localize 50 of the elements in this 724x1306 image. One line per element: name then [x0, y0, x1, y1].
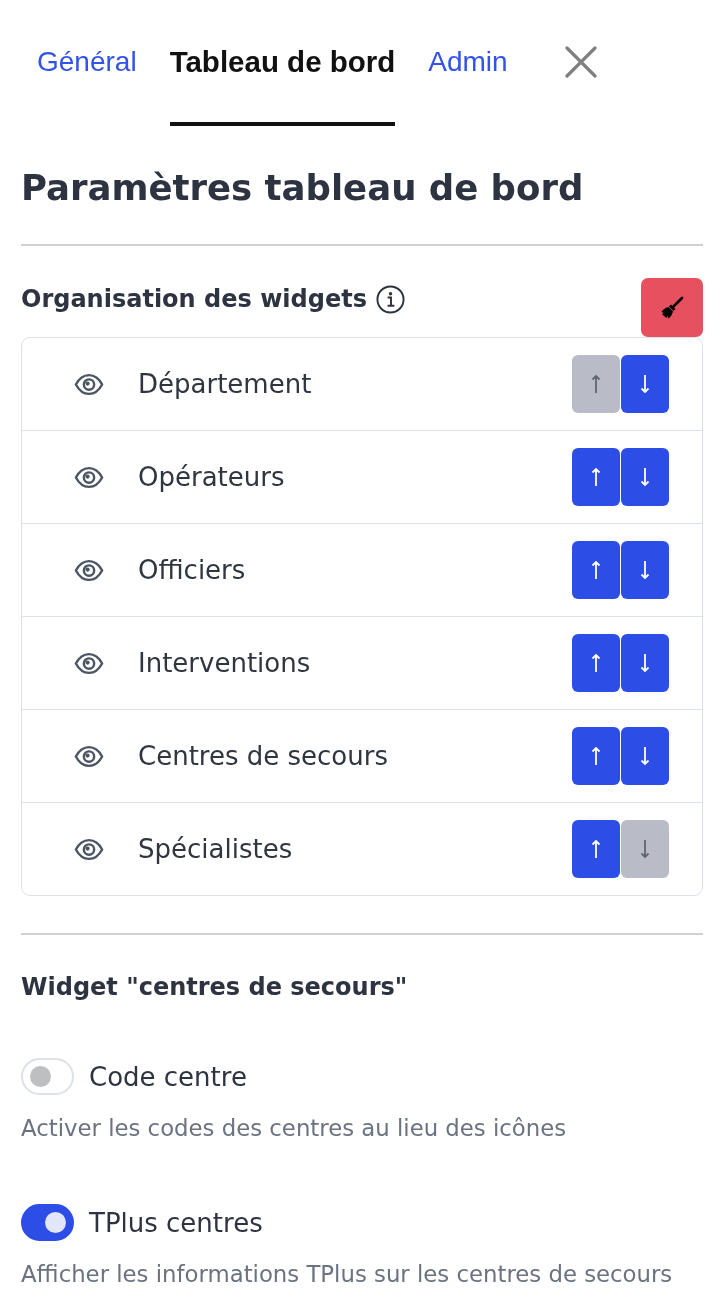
widget-name: Département — [138, 368, 312, 401]
clear-button[interactable] — [641, 278, 703, 337]
move-down-button[interactable] — [621, 541, 669, 599]
eye-icon[interactable] — [74, 651, 104, 675]
toggle-label: TPlus centres — [89, 1206, 263, 1240]
eye-icon[interactable] — [74, 465, 104, 489]
tab[interactable]: Général — [37, 0, 137, 126]
close-button[interactable] — [563, 45, 598, 79]
page-title: Paramètres tableau de bord — [21, 166, 585, 210]
arrow-down-icon — [640, 839, 650, 859]
move-up-button[interactable] — [572, 541, 620, 599]
eye-icon[interactable] — [74, 744, 104, 768]
move-up-button[interactable] — [572, 634, 620, 692]
move-up-button[interactable] — [572, 727, 620, 785]
move-up-button[interactable] — [572, 820, 620, 878]
widget-name: Spécialistes — [138, 833, 293, 866]
option-description: Activer les codes des centres au lieu des icônes — [21, 1114, 567, 1143]
move-down-button[interactable] — [621, 355, 669, 413]
move-down-button[interactable] — [621, 727, 669, 785]
widget-name: Centres de secours — [138, 740, 388, 773]
arrow-up-icon — [591, 746, 601, 766]
tab[interactable]: Tableau de bord — [169, 0, 396, 126]
close-icon — [564, 46, 597, 78]
eye-icon[interactable] — [74, 558, 104, 582]
arrow-up-icon — [591, 560, 601, 580]
arrow-down-icon — [640, 560, 650, 580]
arrow-down-icon — [640, 467, 650, 487]
move-up-button[interactable] — [572, 448, 620, 506]
option-description: Afficher les informations TPlus sur les centres de secours — [21, 1260, 673, 1289]
widget-name: Interventions — [138, 647, 311, 680]
arrow-down-icon — [640, 746, 650, 766]
move-down-button[interactable] — [621, 448, 669, 506]
section-title: Widget "centres de secours" — [21, 972, 408, 1003]
widget-name: Opérateurs — [138, 461, 285, 494]
arrow-down-icon — [640, 653, 650, 673]
eye-icon[interactable] — [74, 837, 104, 861]
section-title: Organisation des widgets — [21, 284, 367, 315]
toggle-label: Code centre — [89, 1060, 247, 1094]
arrow-up-icon — [591, 374, 601, 394]
arrow-down-icon — [640, 374, 650, 394]
tab[interactable]: Admin — [428, 0, 508, 126]
arrow-up-icon — [591, 839, 601, 859]
arrow-up-icon — [591, 653, 601, 673]
eye-icon[interactable] — [74, 372, 104, 396]
arrow-up-icon — [591, 467, 601, 487]
broom-icon — [660, 295, 684, 320]
move-down-button[interactable] — [621, 634, 669, 692]
toggle-switch[interactable] — [21, 1204, 74, 1241]
info-icon[interactable] — [375, 284, 405, 314]
widget-name: Officiers — [138, 554, 246, 587]
